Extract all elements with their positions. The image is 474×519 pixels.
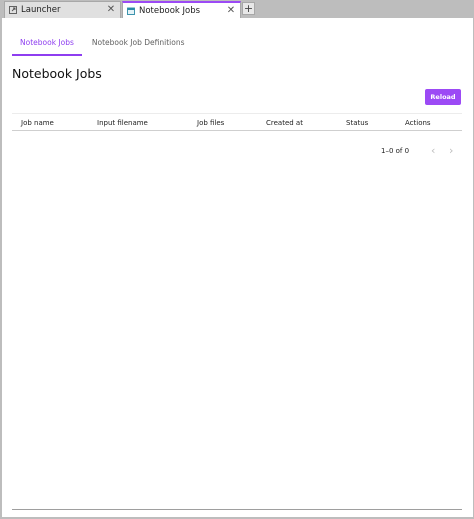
pagination: 1–0 of 0 ‹ › — [379, 145, 463, 158]
column-header-job-files: Job files — [197, 119, 225, 127]
subtab-notebook-job-definitions[interactable]: Notebook Job Definitions — [84, 30, 193, 56]
pagination-range: 1–0 of 0 — [381, 147, 410, 155]
previous-page-icon[interactable]: ‹ — [431, 145, 435, 157]
reload-button[interactable]: Reload — [425, 89, 461, 105]
column-header-actions: Actions — [405, 119, 431, 127]
subtab-bar: Notebook Jobs Notebook Job Definitions — [12, 30, 192, 56]
tab-launcher-label: Launcher — [21, 5, 61, 15]
next-page-icon[interactable]: › — [449, 145, 453, 157]
table-header: Job name Input filename Job files Create… — [12, 113, 462, 131]
tab-notebook-jobs[interactable]: Notebook Jobs ✕ — [122, 1, 241, 19]
launcher-icon — [9, 6, 17, 14]
column-header-input-filename[interactable]: Input filename — [97, 119, 148, 127]
column-header-created-at[interactable]: Created at — [266, 119, 303, 127]
jobs-table: Job name Input filename Job files Create… — [12, 113, 462, 510]
column-header-status[interactable]: Status — [346, 119, 368, 127]
notebook-jobs-panel: Notebook Jobs Notebook Job Definitions N… — [2, 18, 473, 517]
tab-bar: Launcher ✕ Notebook Jobs ✕ + — [0, 0, 474, 19]
tab-launcher[interactable]: Launcher ✕ — [4, 1, 121, 18]
subtab-notebook-jobs[interactable]: Notebook Jobs — [12, 30, 82, 56]
close-icon[interactable]: ✕ — [226, 6, 236, 16]
column-header-job-name[interactable]: Job name — [21, 119, 54, 127]
page-title: Notebook Jobs — [12, 66, 102, 81]
add-tab-button[interactable]: + — [242, 2, 255, 15]
tab-notebook-jobs-label: Notebook Jobs — [139, 6, 201, 16]
app-window: Launcher ✕ Notebook Jobs ✕ + Notebook Jo… — [0, 0, 474, 519]
calendar-icon — [127, 7, 135, 15]
close-icon[interactable]: ✕ — [106, 5, 116, 15]
